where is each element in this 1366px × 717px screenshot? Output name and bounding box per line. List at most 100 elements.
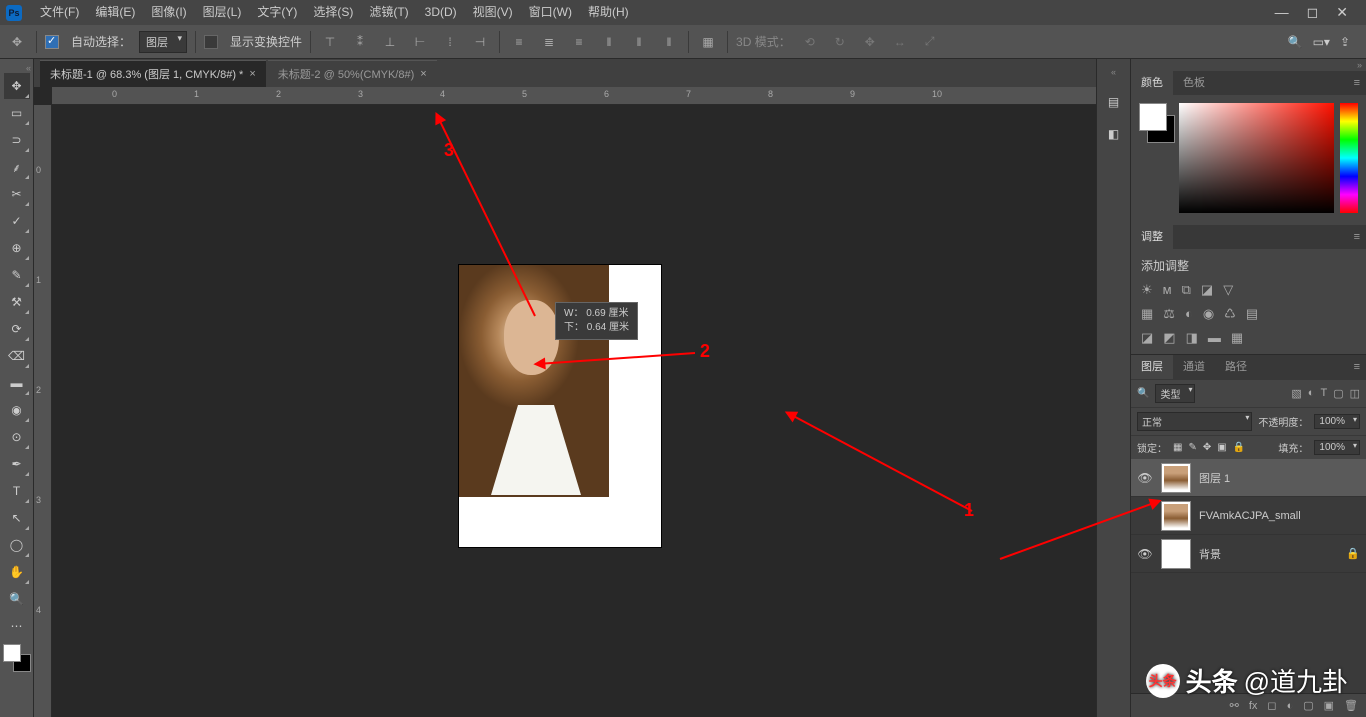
menu-file[interactable]: 文件(F) <box>32 0 87 25</box>
swatches-tab[interactable]: 色板 <box>1173 71 1215 95</box>
search-icon[interactable]: 🔍 <box>1288 35 1303 49</box>
collapse-icon[interactable]: « <box>26 63 31 73</box>
dodge-tool[interactable]: ⊙ <box>4 424 30 450</box>
align-hcenter-icon[interactable]: ⁞ <box>439 31 461 53</box>
lut-adj-icon[interactable]: ▤ <box>1246 306 1258 322</box>
document-tab-1[interactable]: 未标题-1 @ 68.3% (图层 1, CMYK/8#) * × <box>40 60 266 87</box>
lock-position-icon[interactable]: ✥ <box>1203 442 1211 453</box>
history-brush-tool[interactable]: ⟳ <box>4 316 30 342</box>
share-icon[interactable]: ⇪ <box>1340 35 1350 49</box>
filter-kind-dropdown[interactable]: 类型 <box>1155 384 1195 403</box>
blur-tool[interactable]: ◉ <box>4 397 30 423</box>
layer-thumbnail[interactable] <box>1161 539 1191 569</box>
menu-edit[interactable]: 编辑(E) <box>87 0 143 25</box>
vibrance-adj-icon[interactable]: ▽ <box>1223 282 1233 298</box>
lasso-tool[interactable]: ⊃ <box>4 127 30 153</box>
placed-image[interactable] <box>459 265 609 497</box>
brush-tool[interactable]: ✎ <box>4 262 30 288</box>
marquee-tool[interactable]: ▭ <box>4 100 30 126</box>
collapse-panels-icon[interactable]: » <box>1131 59 1366 71</box>
zoom-tool[interactable]: 🔍 <box>4 586 30 612</box>
type-tool[interactable]: T <box>4 478 30 504</box>
auto-select-checkbox[interactable] <box>45 35 59 49</box>
distribute-hcenter-icon[interactable]: ‖ <box>628 31 650 53</box>
menu-window[interactable]: 窗口(W) <box>521 0 580 25</box>
layer-row-1[interactable]: 👁 图层 1 <box>1131 459 1366 497</box>
mixer-adj-icon[interactable]: ♺ <box>1224 306 1236 322</box>
color-tab[interactable]: 颜色 <box>1131 71 1173 95</box>
invert-adj-icon[interactable]: ◪ <box>1141 330 1153 346</box>
distribute-bottom-icon[interactable]: ≡ <box>568 31 590 53</box>
channels-tab[interactable]: 通道 <box>1173 355 1215 379</box>
posterize-adj-icon[interactable]: ◩ <box>1163 330 1175 346</box>
eyedropper-tool[interactable]: ✓ <box>4 208 30 234</box>
add-mask-icon[interactable]: ◻ <box>1267 699 1276 712</box>
layer-row-2[interactable]: FVAmkACJPA_small <box>1131 497 1366 535</box>
path-select-tool[interactable]: ↖ <box>4 505 30 531</box>
document-tab-2[interactable]: 未标题-2 @ 50%(CMYK/8#) × <box>268 60 437 87</box>
layer-thumbnail[interactable] <box>1161 501 1191 531</box>
hue-adj-icon[interactable]: ▦ <box>1141 306 1153 322</box>
new-layer-icon[interactable]: ▣ <box>1324 699 1334 712</box>
menu-layer[interactable]: 图层(L) <box>195 0 250 25</box>
filter-pixel-icon[interactable]: ▧ <box>1291 387 1301 400</box>
menu-3d[interactable]: 3D(D) <box>417 0 465 25</box>
lock-artboard-icon[interactable]: ▣ <box>1217 442 1226 453</box>
link-layers-icon[interactable]: ⚯ <box>1230 699 1239 712</box>
eraser-tool[interactable]: ⌫ <box>4 343 30 369</box>
stamp-tool[interactable]: ⚒ <box>4 289 30 315</box>
layers-tab[interactable]: 图层 <box>1131 355 1173 379</box>
curves-adj-icon[interactable]: ⧉ <box>1182 282 1191 298</box>
align-left-icon[interactable]: ⊢ <box>409 31 431 53</box>
arrange-docs-icon[interactable]: ▭▾ <box>1313 35 1330 49</box>
hue-slider[interactable] <box>1340 103 1358 213</box>
balance-adj-icon[interactable]: ⚖ <box>1163 306 1175 322</box>
lock-all-icon[interactable]: 🔒 <box>1233 442 1245 453</box>
tab-2-close-icon[interactable]: × <box>420 68 426 80</box>
align-right-icon[interactable]: ⊣ <box>469 31 491 53</box>
exposure-adj-icon[interactable]: ◪ <box>1201 282 1213 298</box>
quick-select-tool[interactable]: ⸙ <box>4 154 30 180</box>
hand-tool[interactable]: ✋ <box>4 559 30 585</box>
auto-align-icon[interactable]: ▦ <box>697 31 719 53</box>
bw-adj-icon[interactable]: ◐ <box>1185 306 1193 322</box>
menu-image[interactable]: 图像(I) <box>143 0 194 25</box>
shape-tool[interactable]: ◯ <box>4 532 30 558</box>
layer-thumbnail[interactable] <box>1161 463 1191 493</box>
delete-layer-icon[interactable]: 🗑 <box>1344 699 1358 712</box>
selective-adj-icon[interactable]: ▦ <box>1231 330 1243 346</box>
brightness-adj-icon[interactable]: ☀ <box>1141 282 1153 298</box>
distribute-right-icon[interactable]: ‖ <box>658 31 680 53</box>
layer-fx-icon[interactable]: fx <box>1249 700 1258 712</box>
show-transform-checkbox[interactable] <box>204 35 218 49</box>
tab-1-close-icon[interactable]: × <box>249 68 255 80</box>
layer-row-3[interactable]: 👁 背景 🔒 <box>1131 535 1366 573</box>
visibility-icon[interactable]: 👁 <box>1137 471 1153 485</box>
lock-trans-icon[interactable]: ▦ <box>1173 442 1182 453</box>
menu-help[interactable]: 帮助(H) <box>580 0 637 25</box>
pen-tool[interactable]: ✒ <box>4 451 30 477</box>
paths-tab[interactable]: 路径 <box>1215 355 1257 379</box>
minimize-icon[interactable]: — <box>1275 4 1289 21</box>
blend-mode-dropdown[interactable]: 正常 <box>1137 412 1252 431</box>
fill-value[interactable]: 100% <box>1314 440 1360 455</box>
menu-type[interactable]: 文字(Y) <box>249 0 305 25</box>
canvas[interactable]: W： 0.69 厘米 下： 0.64 厘米 1 2 3 <box>52 105 1096 717</box>
distribute-left-icon[interactable]: ‖ <box>598 31 620 53</box>
gradient-tool[interactable]: ▬ <box>4 370 30 396</box>
distribute-top-icon[interactable]: ≡ <box>508 31 530 53</box>
foreground-color[interactable] <box>1139 103 1167 131</box>
opacity-value[interactable]: 100% <box>1314 414 1360 429</box>
threshold-adj-icon[interactable]: ◨ <box>1186 330 1198 346</box>
align-vcenter-icon[interactable]: ⁑ <box>349 31 371 53</box>
layers-panel-menu-icon[interactable]: ≡ <box>1348 361 1366 373</box>
new-adjustment-layer-icon[interactable]: ◐ <box>1287 700 1294 712</box>
menu-filter[interactable]: 滤镜(T) <box>361 0 416 25</box>
close-icon[interactable]: ✕ <box>1336 4 1348 21</box>
properties-panel-icon[interactable]: ◧ <box>1108 127 1119 141</box>
menu-select[interactable]: 选择(S) <box>305 0 361 25</box>
filter-smart-icon[interactable]: ◫ <box>1350 387 1360 400</box>
adjustments-tab[interactable]: 调整 <box>1131 225 1173 249</box>
align-bottom-icon[interactable]: ⊥ <box>379 31 401 53</box>
filter-shape-icon[interactable]: ▢ <box>1333 387 1343 400</box>
